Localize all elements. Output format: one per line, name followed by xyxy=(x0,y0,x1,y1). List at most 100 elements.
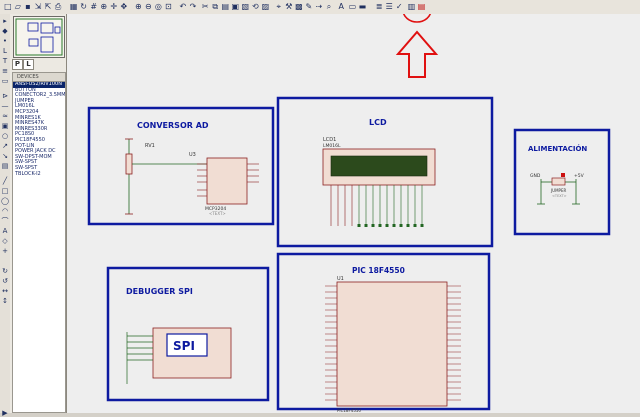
pic18f4550-chip[interactable] xyxy=(336,281,448,407)
tape-icon[interactable]: ▣ xyxy=(1,122,9,130)
cursor-icon[interactable]: ✛ xyxy=(109,2,118,11)
bom-icon[interactable]: ≣ xyxy=(375,2,384,11)
lcd-pin-terminal xyxy=(385,224,389,227)
device-list[interactable]: ANSI-US2/RIV100N BUTTON CONECTOR2_3.5MM JUM… xyxy=(12,81,66,413)
paste-icon[interactable]: ▤ xyxy=(221,2,230,11)
export-icon[interactable]: ⇱ xyxy=(43,2,52,11)
line-2d-icon[interactable]: ╱ xyxy=(1,177,9,185)
zoom-area-icon[interactable]: ⊡ xyxy=(164,2,173,11)
marker-2d-icon[interactable]: + xyxy=(1,247,9,255)
bus-icon[interactable]: ≡ xyxy=(1,67,9,75)
packaging-icon[interactable]: ▩ xyxy=(294,2,303,11)
u3-ref: U3 xyxy=(189,152,196,158)
zoom-in-icon[interactable]: ⊕ xyxy=(134,2,143,11)
zoom-all-icon[interactable]: ◎ xyxy=(154,2,163,11)
junction-dot-icon[interactable]: • xyxy=(1,37,9,45)
wire-label-icon[interactable]: L xyxy=(1,47,9,55)
lcd-pin-terminal xyxy=(420,224,424,227)
electrical-check-icon[interactable]: ✓ xyxy=(395,2,404,11)
circle-2d-icon[interactable]: ◯ xyxy=(1,197,9,205)
highlighted-icon[interactable]: ▤ xyxy=(417,2,426,11)
library-manager-button[interactable]: L xyxy=(23,59,34,70)
schematic-canvas[interactable]: CONVERSOR AD RV1 U3 MCP3204 <TEXT> LCD L… xyxy=(67,0,640,413)
lcd-pin-terminal xyxy=(413,224,417,227)
text-script-icon[interactable]: T xyxy=(1,57,9,65)
device-list-item[interactable]: TBLOCK-I2 xyxy=(13,171,65,178)
search-icon[interactable]: ⌕ xyxy=(324,2,333,11)
lcd-pin-terminal xyxy=(406,224,410,227)
component-mode-icon[interactable]: ◆ xyxy=(1,27,9,35)
terminal-icon[interactable]: ⊳ xyxy=(1,92,9,100)
gnd-label: GND xyxy=(530,173,541,179)
block-copy-icon[interactable]: ▣ xyxy=(231,2,240,11)
arc-2d-icon[interactable]: ◠ xyxy=(1,207,9,215)
symbol-2d-icon[interactable]: ◇ xyxy=(1,237,9,245)
decompose-icon[interactable]: ✎ xyxy=(304,2,313,11)
copy-icon[interactable]: ⧉ xyxy=(211,2,220,11)
graph-icon[interactable]: ≈ xyxy=(1,112,9,120)
lcd-pin-terminal xyxy=(371,224,375,227)
debugger-spi-title: DEBUGGER SPI xyxy=(126,287,193,296)
overview-minimap[interactable] xyxy=(13,16,65,58)
property-assign-icon[interactable]: A xyxy=(337,2,346,11)
lcd1-part: LM016L xyxy=(323,143,341,149)
area-icon[interactable]: ▦ xyxy=(69,2,78,11)
rotate-ccw-icon[interactable]: ↺ xyxy=(1,277,9,285)
wire-autoroute-icon[interactable]: ⇢ xyxy=(314,2,323,11)
pan-icon[interactable]: ✥ xyxy=(119,2,128,11)
devices-label: DEVICES xyxy=(17,74,39,80)
lcd-pin-terminal xyxy=(357,224,361,227)
pic-part: PIC18F4550 xyxy=(337,408,361,413)
import-icon[interactable]: ⇲ xyxy=(33,2,42,11)
box-2d-icon[interactable]: □ xyxy=(1,187,9,195)
zoom-out-icon[interactable]: ⊖ xyxy=(144,2,153,11)
print-icon[interactable]: ⎙ xyxy=(54,2,63,11)
pick-devices-button[interactable]: P xyxy=(12,59,23,70)
lcd1-display[interactable] xyxy=(322,148,436,186)
lcd1-ref: LCD1 xyxy=(323,137,336,143)
make-device-icon[interactable]: ⚒ xyxy=(284,2,293,11)
text-2d-icon[interactable]: A xyxy=(1,227,9,235)
jumper-label: JUMPER xyxy=(550,188,566,193)
play-icon[interactable]: ▶ xyxy=(1,409,9,417)
block-rotate-icon[interactable]: ⟲ xyxy=(251,2,260,11)
grid-icon[interactable]: # xyxy=(89,2,98,11)
mirror-y-icon[interactable]: ↕ xyxy=(1,297,9,305)
virtual-instrument-icon[interactable]: ▤ xyxy=(1,162,9,170)
new-icon[interactable]: □ xyxy=(3,2,12,11)
subcircuit-icon[interactable]: ▭ xyxy=(1,77,9,85)
pin-icon[interactable]: — xyxy=(1,102,9,110)
block-delete-icon[interactable]: ▨ xyxy=(261,2,270,11)
origin-icon[interactable]: ⊕ xyxy=(99,2,108,11)
open-icon[interactable]: ▱ xyxy=(13,2,22,11)
conversor-ad-title: CONVERSOR AD xyxy=(137,121,209,130)
lcd-pin-terminal xyxy=(364,224,368,227)
u1-ref: U1 xyxy=(337,276,344,282)
current-probe-icon[interactable]: ↘ xyxy=(1,152,9,160)
rotate-cw-icon[interactable]: ↻ xyxy=(1,267,9,275)
path-2d-icon[interactable]: ⌒ xyxy=(1,217,9,225)
mirror-x-icon[interactable]: ↔ xyxy=(1,287,9,295)
undo-icon[interactable]: ↶ xyxy=(178,2,187,11)
refresh-icon[interactable]: ↻ xyxy=(79,2,88,11)
netlist-ares-icon[interactable]: ▥ xyxy=(407,2,416,11)
lcd-pin-terminal xyxy=(392,224,396,227)
lcd-pin-terminal xyxy=(399,224,403,227)
alimentacion-title: ALIMENTACIÓN xyxy=(528,144,587,153)
selection-mode-icon[interactable]: ▸ xyxy=(1,17,9,25)
pic-title: PIC 18F4550 xyxy=(352,266,405,275)
new-sheet-icon[interactable]: ▭ xyxy=(348,2,357,11)
generator-icon[interactable]: ○ xyxy=(1,132,9,140)
cut-icon[interactable]: ✂ xyxy=(201,2,210,11)
remove-sheet-icon[interactable]: ▬ xyxy=(358,2,367,11)
save-icon[interactable]: ▪ xyxy=(23,2,32,11)
mcp3204-text: <TEXT> xyxy=(209,211,226,216)
pick-icon[interactable]: ⌖ xyxy=(274,2,283,11)
lcd-title: LCD xyxy=(369,118,387,127)
netlist-icon[interactable]: ☰ xyxy=(385,2,394,11)
rv1-label: RV1 xyxy=(145,143,155,149)
jumper-text: <TEXT> xyxy=(552,194,567,198)
redo-icon[interactable]: ↷ xyxy=(188,2,197,11)
block-move-icon[interactable]: ▧ xyxy=(241,2,250,11)
voltage-probe-icon[interactable]: ↗ xyxy=(1,142,9,150)
